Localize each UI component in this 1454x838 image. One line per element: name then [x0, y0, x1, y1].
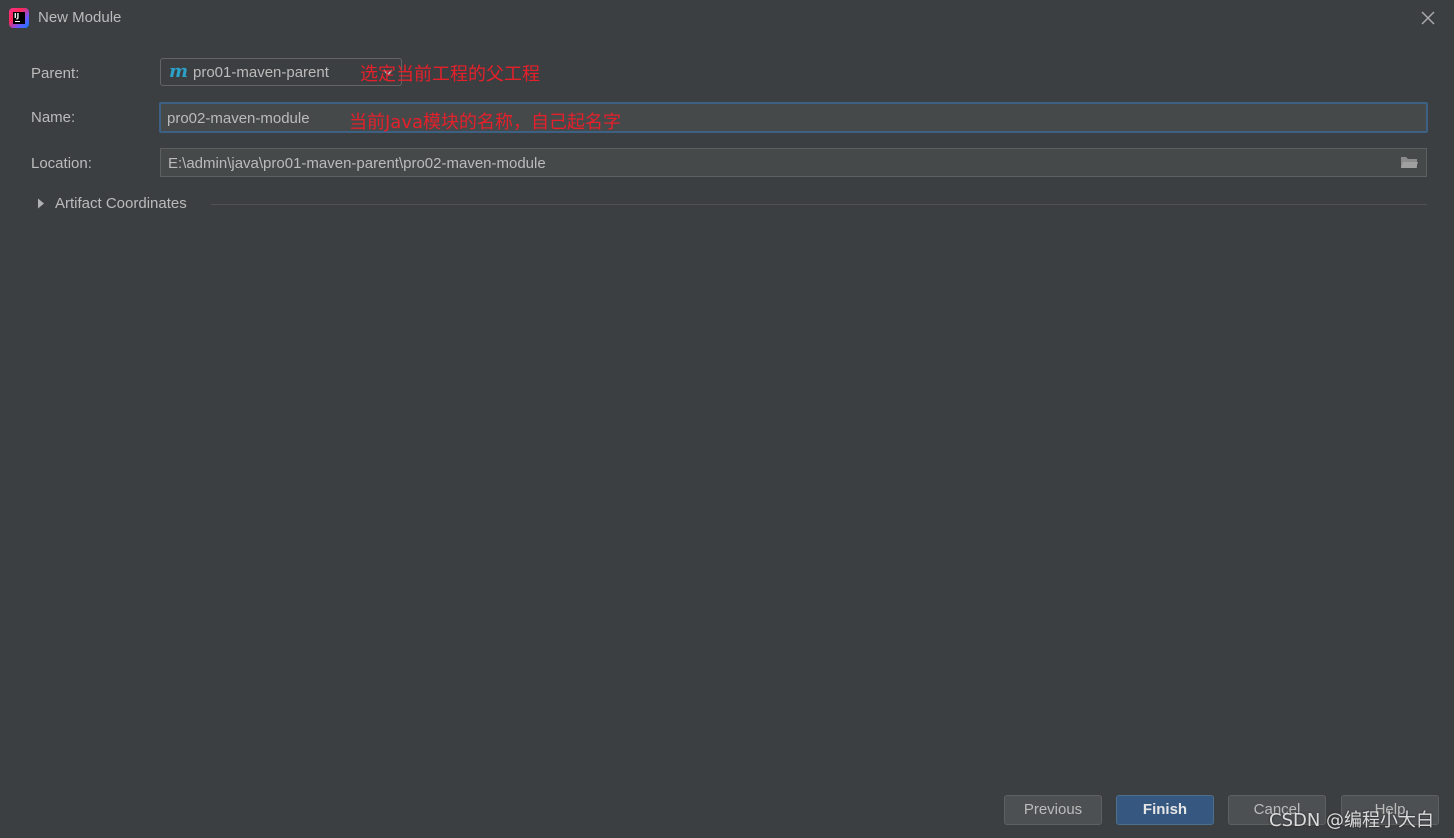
watermark: CSDN @编程小大白: [1269, 810, 1435, 831]
maven-icon: m: [169, 61, 189, 82]
folder-icon[interactable]: [1400, 155, 1419, 170]
parent-label: Parent:: [31, 65, 80, 82]
previous-button[interactable]: Previous: [1004, 795, 1102, 825]
section-separator: [211, 204, 1427, 205]
intellij-idea-icon: IJ: [9, 8, 29, 28]
location-label: Location:: [31, 155, 92, 172]
artifact-coordinates-label: Artifact Coordinates: [55, 195, 187, 212]
window-title: New Module: [38, 9, 122, 26]
parent-value: pro01-maven-parent: [193, 64, 329, 81]
close-icon[interactable]: [1417, 7, 1439, 29]
name-annotation: 当前Java模块的名称，自己起名字: [349, 112, 622, 133]
finish-button[interactable]: Finish: [1116, 795, 1214, 825]
parent-annotation: 选定当前工程的父工程: [360, 64, 540, 85]
title-bar: IJ New Module: [0, 0, 1454, 36]
location-field[interactable]: [160, 148, 1427, 177]
name-label: Name:: [31, 109, 76, 126]
location-input[interactable]: [168, 154, 1368, 172]
expand-arrow-icon[interactable]: [37, 198, 45, 209]
